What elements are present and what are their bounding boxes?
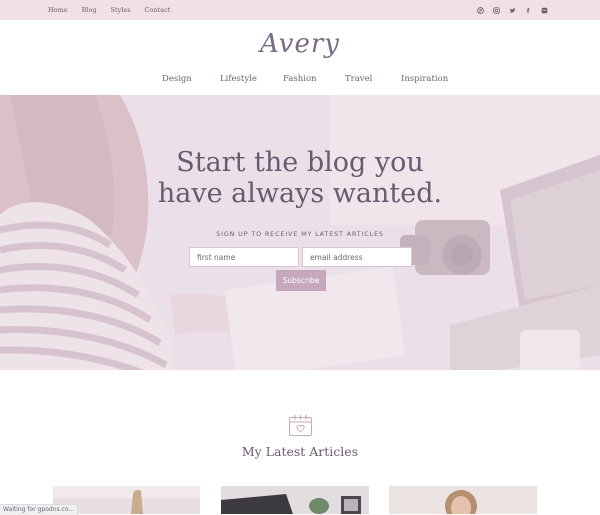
signup-subtitle: SIGN UP TO RECEIVE MY LATEST ARTICLES xyxy=(216,230,384,238)
instagram-icon[interactable] xyxy=(493,6,500,14)
top-nav-blog[interactable]: Blog xyxy=(82,6,97,14)
top-nav-home[interactable]: Home xyxy=(48,6,68,14)
twitter-icon[interactable] xyxy=(509,7,516,14)
main-nav: Design Lifestyle Fashion Travel Inspirat… xyxy=(0,74,600,86)
nav-design[interactable]: Design xyxy=(162,74,192,84)
top-nav: Home Blog Styles Contact xyxy=(48,0,170,20)
hero-section: Start the blog you have always wanted. S… xyxy=(0,95,600,370)
subscribe-button[interactable]: Subscribe xyxy=(276,270,326,291)
nav-inspiration[interactable]: Inspiration xyxy=(401,74,448,84)
top-nav-contact[interactable]: Contact xyxy=(145,6,171,14)
site-logo[interactable]: Avery xyxy=(0,29,600,59)
nav-travel[interactable]: Travel xyxy=(345,74,372,84)
hero-title-line-2: have always wanted. xyxy=(157,178,443,209)
nav-fashion[interactable]: Fashion xyxy=(283,74,317,84)
hero-title-line-1: Start the blog you xyxy=(176,147,424,178)
top-nav-styles[interactable]: Styles xyxy=(111,6,131,14)
article-thumbnail-3[interactable] xyxy=(389,486,537,514)
facebook-icon[interactable] xyxy=(525,7,532,14)
hero-title: Start the blog you have always wanted. xyxy=(0,147,600,209)
calendar-heart-icon xyxy=(288,414,313,441)
email-icon[interactable] xyxy=(541,7,548,14)
email-input[interactable] xyxy=(302,247,412,267)
first-name-input[interactable] xyxy=(189,247,299,267)
social-links xyxy=(477,0,548,20)
browser-status-bar: Waiting for gpodns.co... xyxy=(0,504,79,515)
pinterest-icon[interactable] xyxy=(477,6,484,14)
latest-articles-title: My Latest Articles xyxy=(241,444,359,459)
article-thumbnail-2[interactable] xyxy=(221,486,369,514)
top-bar: Home Blog Styles Contact xyxy=(0,0,600,20)
nav-lifestyle[interactable]: Lifestyle xyxy=(220,74,257,84)
